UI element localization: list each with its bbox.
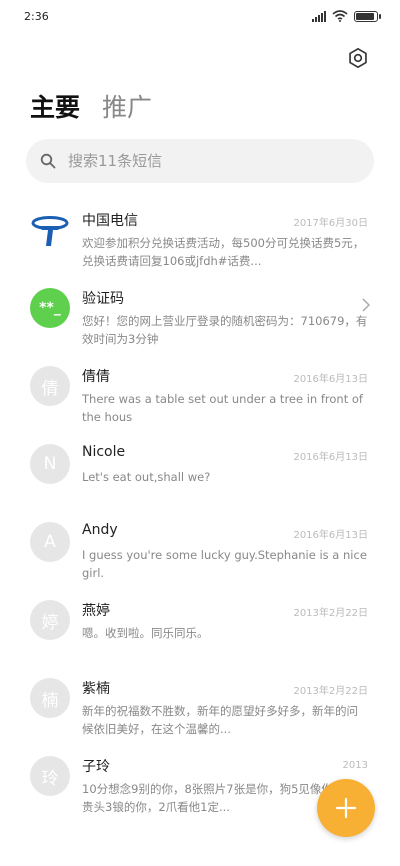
tab-primary[interactable]: 主要 xyxy=(30,88,80,124)
contact-name: 子玲 xyxy=(82,759,110,775)
avatar: 玲 xyxy=(30,756,70,796)
search-input[interactable] xyxy=(68,152,348,170)
message-preview: 新年的祝福数不胜数，新年的愿望好多好多，新年的问候依旧美好，在这个温馨的... xyxy=(82,704,358,736)
conversation-list: 中国电信 2017年6月30日 欢迎参加积分兑换话费活动，每500分可兑换话费5… xyxy=(0,196,400,820)
avatar: 倩 xyxy=(30,366,70,406)
message-date: 2017年6月30日 xyxy=(293,218,368,229)
contact-name: Andy xyxy=(82,522,118,538)
contact-name: 紫楠 xyxy=(82,681,110,697)
conversation-row[interactable]: 婷 燕婷 2013年2月22日 嗯。收到啦。同乐同乐。 xyxy=(0,586,400,664)
status-bar: 2:36 xyxy=(0,0,400,34)
message-date: 2016年6月13日 xyxy=(293,374,368,385)
contact-name: 中国电信 xyxy=(82,213,138,229)
status-icons xyxy=(312,10,381,22)
gear-icon xyxy=(349,48,367,68)
conversation-row[interactable]: A Andy 2016年6月13日 I guess you're some lu… xyxy=(0,508,400,586)
message-date: 2013 xyxy=(342,760,368,771)
battery-icon xyxy=(354,10,381,22)
message-preview: Let's eat out,shall we? xyxy=(82,470,211,484)
message-date: 2013年2月22日 xyxy=(293,608,368,619)
message-preview: 您好！您的网上营业厅登录的随机密码为：710679，有效时间为3分钟 xyxy=(82,314,368,346)
conversation-row-china-telecom[interactable]: 中国电信 2017年6月30日 欢迎参加积分兑换话费活动，每500分可兑换话费5… xyxy=(0,196,400,274)
contact-name: Nicole xyxy=(82,444,126,460)
conversation-row[interactable]: 倩 倩倩 2016年6月13日 There was a table set ou… xyxy=(0,352,400,430)
wifi-icon xyxy=(332,10,348,22)
message-date: 2013年2月22日 xyxy=(293,686,368,697)
avatar: A xyxy=(30,522,70,562)
message-preview: There was a table set out under a tree i… xyxy=(82,392,363,424)
tab-bar: 主要 推广 xyxy=(30,88,152,124)
avatar: 婷 xyxy=(30,600,70,640)
message-preview: 欢迎参加积分兑换话费活动，每500分可兑换话费5元，兑换话费请回复106或jfd… xyxy=(82,236,365,268)
status-time: 2:36 xyxy=(24,10,49,23)
conversation-row[interactable]: 楠 紫楠 2013年2月22日 新年的祝福数不胜数，新年的愿望好多好多，新年的问… xyxy=(0,664,400,742)
message-preview: I guess you're some lucky guy.Stephanie … xyxy=(82,548,367,580)
search-bar[interactable] xyxy=(26,139,374,183)
conversation-row[interactable]: N Nicole 2016年6月13日 Let's eat out,shall … xyxy=(0,430,400,508)
avatar: 楠 xyxy=(30,678,70,718)
message-preview: 嗯。收到啦。同乐同乐。 xyxy=(82,626,209,640)
settings-button[interactable] xyxy=(344,44,372,72)
message-date: 2016年6月13日 xyxy=(293,452,368,463)
china-telecom-logo-icon xyxy=(30,210,70,250)
signal-icon xyxy=(312,10,326,22)
chevron-right-icon xyxy=(362,298,370,312)
contact-name: 燕婷 xyxy=(82,603,110,619)
avatar: N xyxy=(30,444,70,484)
tab-promotions[interactable]: 推广 xyxy=(102,88,152,124)
conversation-row-verification-code[interactable]: **_ 验证码 您好！您的网上营业厅登录的随机密码为：710679，有效时间为3… xyxy=(0,274,400,352)
contact-name: 验证码 xyxy=(82,291,124,307)
avatar: **_ xyxy=(30,288,70,328)
battery-level xyxy=(356,12,374,20)
contact-name: 倩倩 xyxy=(82,369,110,385)
compose-button[interactable] xyxy=(317,779,375,837)
message-date: 2016年6月13日 xyxy=(293,530,368,541)
search-icon xyxy=(40,153,56,169)
plus-icon xyxy=(335,797,357,819)
